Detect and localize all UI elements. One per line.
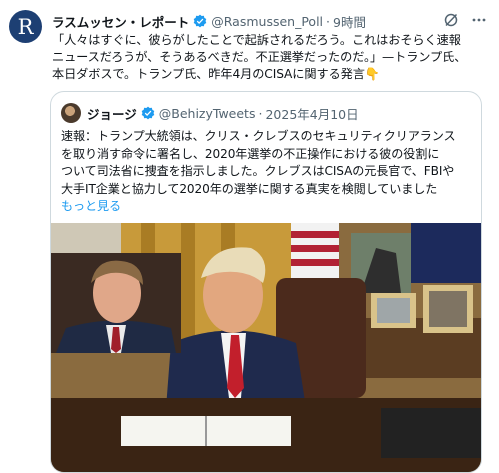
more-options-icon[interactable] — [471, 12, 487, 28]
quoted-text-line: 大手IT企業と協力して2020年の選挙に関する真実を検閲していました — [61, 181, 438, 196]
inset-portrait — [51, 253, 181, 353]
quoted-header: ジョージ @BehizyTweets · 2025年4月10日 — [61, 102, 359, 124]
quoted-text: 速報：トランプ大統領は、クリス・クレブスのセキュリティクリアランス を取り消す命… — [61, 128, 473, 216]
tweet-time[interactable]: 9時間 — [333, 12, 366, 31]
separator-dot: · — [258, 105, 263, 121]
author-avatar[interactable]: R — [9, 10, 42, 43]
quoted-text-line: 速報：トランプ大統領は、クリス・クレブスのセキュリティクリアランス — [61, 129, 456, 143]
tweet-text-line: ニュースだろうが、そうあるべきだ。不正選挙だったのだ。」—トランプ氏、 — [52, 50, 467, 64]
quoted-tweet[interactable]: ジョージ @BehizyTweets · 2025年4月10日 速報：トランプ大… — [50, 91, 482, 473]
attached-photo[interactable] — [51, 223, 481, 472]
grok-icon[interactable] — [443, 12, 459, 28]
tweet-text-line: 「人々はすぐに、彼らがしたことで起訴されるだろう。これはおそらく速報 — [52, 33, 461, 47]
inset-photo — [51, 253, 181, 353]
quoted-author-handle[interactable]: @BehizyTweets — [159, 106, 256, 121]
separator-dot: · — [326, 13, 331, 29]
quoted-author-name[interactable]: ジョージ — [87, 104, 137, 123]
avatar-letter: R — [17, 14, 34, 39]
show-more-link[interactable]: もっと見る — [61, 198, 473, 216]
quoted-text-line: を取り消す命令に署名し、2020年選挙の不正操作における彼の役割に — [61, 146, 440, 161]
tweet-card[interactable]: R ラスムッセン・レポート @Rasmussen_Poll · 9時間 「人々は… — [0, 0, 499, 473]
quoted-date[interactable]: 2025年4月10日 — [265, 104, 358, 123]
tweet-text-line: 本日ダボスで。トランプ氏、昨年4月のCISAに関する発言👇 — [52, 67, 380, 81]
quoted-text-line: ついて司法省に捜査を指示しました。クレブスはCISAの元長官で、FBIや — [61, 164, 455, 178]
verified-badge-icon — [141, 106, 155, 120]
tweet-text: 「人々はすぐに、彼らがしたことで起訴されるだろう。これはおそらく速報 ニュースだ… — [52, 32, 484, 83]
quoted-avatar[interactable] — [61, 103, 81, 123]
author-name[interactable]: ラスムッセン・レポート — [52, 12, 189, 31]
header-actions — [443, 12, 487, 28]
tweet-header: ラスムッセン・レポート @Rasmussen_Poll · 9時間 — [52, 11, 487, 31]
author-handle[interactable]: @Rasmussen_Poll — [211, 14, 323, 29]
verified-badge-icon — [193, 14, 207, 28]
